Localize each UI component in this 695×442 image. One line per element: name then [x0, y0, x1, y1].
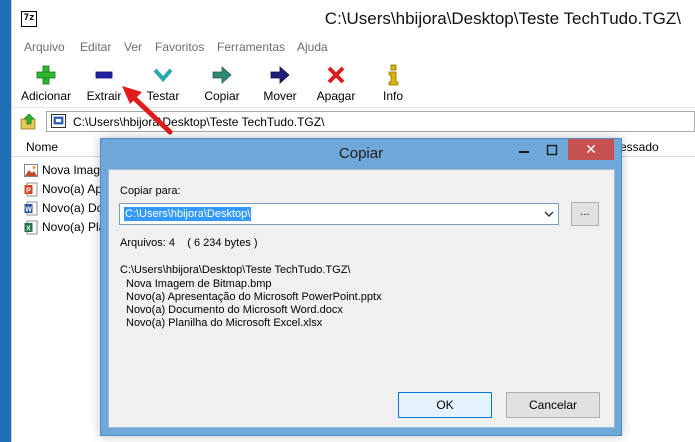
- info-button-label: Info: [368, 89, 418, 103]
- copy-button[interactable]: Copiar: [194, 60, 250, 106]
- menu-arquivo[interactable]: Arquivo: [24, 40, 65, 54]
- menu-editar[interactable]: Editar: [80, 40, 111, 54]
- source-file: Novo(a) Documento do Microsoft Word.docx: [126, 304, 343, 316]
- word-file-icon: W: [24, 201, 38, 216]
- delete-x-icon: [325, 64, 347, 86]
- delete-button-label: Apagar: [308, 89, 364, 103]
- copy-dialog: Copiar ✕ Copiar para: C:\Users\hbijora\D…: [100, 138, 622, 436]
- copy-arrow-icon: [211, 64, 233, 86]
- source-path: C:\Users\hbijora\Desktop\Teste TechTudo.…: [120, 264, 350, 276]
- destination-combobox[interactable]: C:\Users\hbijora\Desktop\: [119, 203, 559, 225]
- minus-icon: [93, 64, 115, 86]
- plus-icon: [35, 64, 57, 86]
- minimize-icon[interactable]: [511, 140, 537, 160]
- window-title: C:\Users\hbijora\Desktop\Teste TechTudo.…: [325, 9, 681, 29]
- close-icon[interactable]: ✕: [568, 139, 614, 160]
- menu-ajuda[interactable]: Ajuda: [297, 40, 328, 54]
- menu-ferramentas[interactable]: Ferramentas: [217, 40, 285, 54]
- menu-favoritos[interactable]: Favoritos: [155, 40, 204, 54]
- source-file: Novo(a) Apresentação do Microsoft PowerP…: [126, 291, 382, 303]
- menu-ver[interactable]: Ver: [124, 40, 142, 54]
- svg-text:X: X: [26, 226, 31, 233]
- add-button[interactable]: Adicionar: [16, 60, 76, 106]
- ok-button[interactable]: OK: [398, 392, 492, 418]
- bitmap-file-icon: [24, 163, 38, 178]
- archive-icon: [51, 114, 66, 128]
- dialog-body: Copiar para: C:\Users\hbijora\Desktop\ .…: [108, 169, 615, 428]
- title-bar[interactable]: 7z C:\Users\hbijora\Desktop\Teste TechTu…: [12, 0, 695, 38]
- delete-button[interactable]: Apagar: [308, 60, 364, 106]
- move-button[interactable]: Mover: [252, 60, 308, 106]
- column-name-header[interactable]: Nome: [26, 140, 58, 154]
- source-file: Novo(a) Planilha do Microsoft Excel.xlsx: [126, 317, 322, 329]
- maximize-icon[interactable]: [539, 140, 565, 160]
- address-path: C:\Users\hbijora\Desktop\Teste TechTudo.…: [73, 115, 324, 129]
- move-button-label: Mover: [252, 89, 308, 103]
- svg-text:W: W: [25, 207, 32, 214]
- destination-label: Copiar para:: [120, 185, 181, 197]
- info-button[interactable]: Info: [368, 60, 418, 106]
- powerpoint-file-icon: P: [24, 182, 38, 197]
- files-count: Arquivos: 4 ( 6 234 bytes ): [120, 237, 258, 249]
- address-bar: C:\Users\hbijora\Desktop\Teste TechTudo.…: [12, 110, 695, 134]
- copy-button-label: Copiar: [194, 89, 250, 103]
- info-icon: [382, 64, 404, 86]
- add-button-label: Adicionar: [16, 89, 76, 103]
- svg-text:P: P: [26, 188, 31, 195]
- source-file: Nova Imagem de Bitmap.bmp: [126, 278, 272, 290]
- browse-button[interactable]: ...: [571, 202, 599, 226]
- excel-file-icon: X: [24, 220, 38, 235]
- desktop-background: [0, 0, 11, 442]
- destination-value[interactable]: C:\Users\hbijora\Desktop\: [124, 207, 251, 221]
- toolbar: Adicionar Extrair Testar Copiar Mover: [12, 58, 695, 108]
- menu-bar: Arquivo Editar Ver Favoritos Ferramentas…: [12, 38, 695, 58]
- folder-up-icon[interactable]: [20, 113, 38, 131]
- column-compressed-header[interactable]: essado: [620, 140, 659, 154]
- app-7z-icon[interactable]: 7z: [21, 11, 37, 27]
- cancel-button[interactable]: Cancelar: [506, 392, 600, 418]
- chevron-down-icon[interactable]: [543, 209, 555, 219]
- move-arrow-icon: [269, 64, 291, 86]
- annotation-arrow-icon: [120, 80, 180, 140]
